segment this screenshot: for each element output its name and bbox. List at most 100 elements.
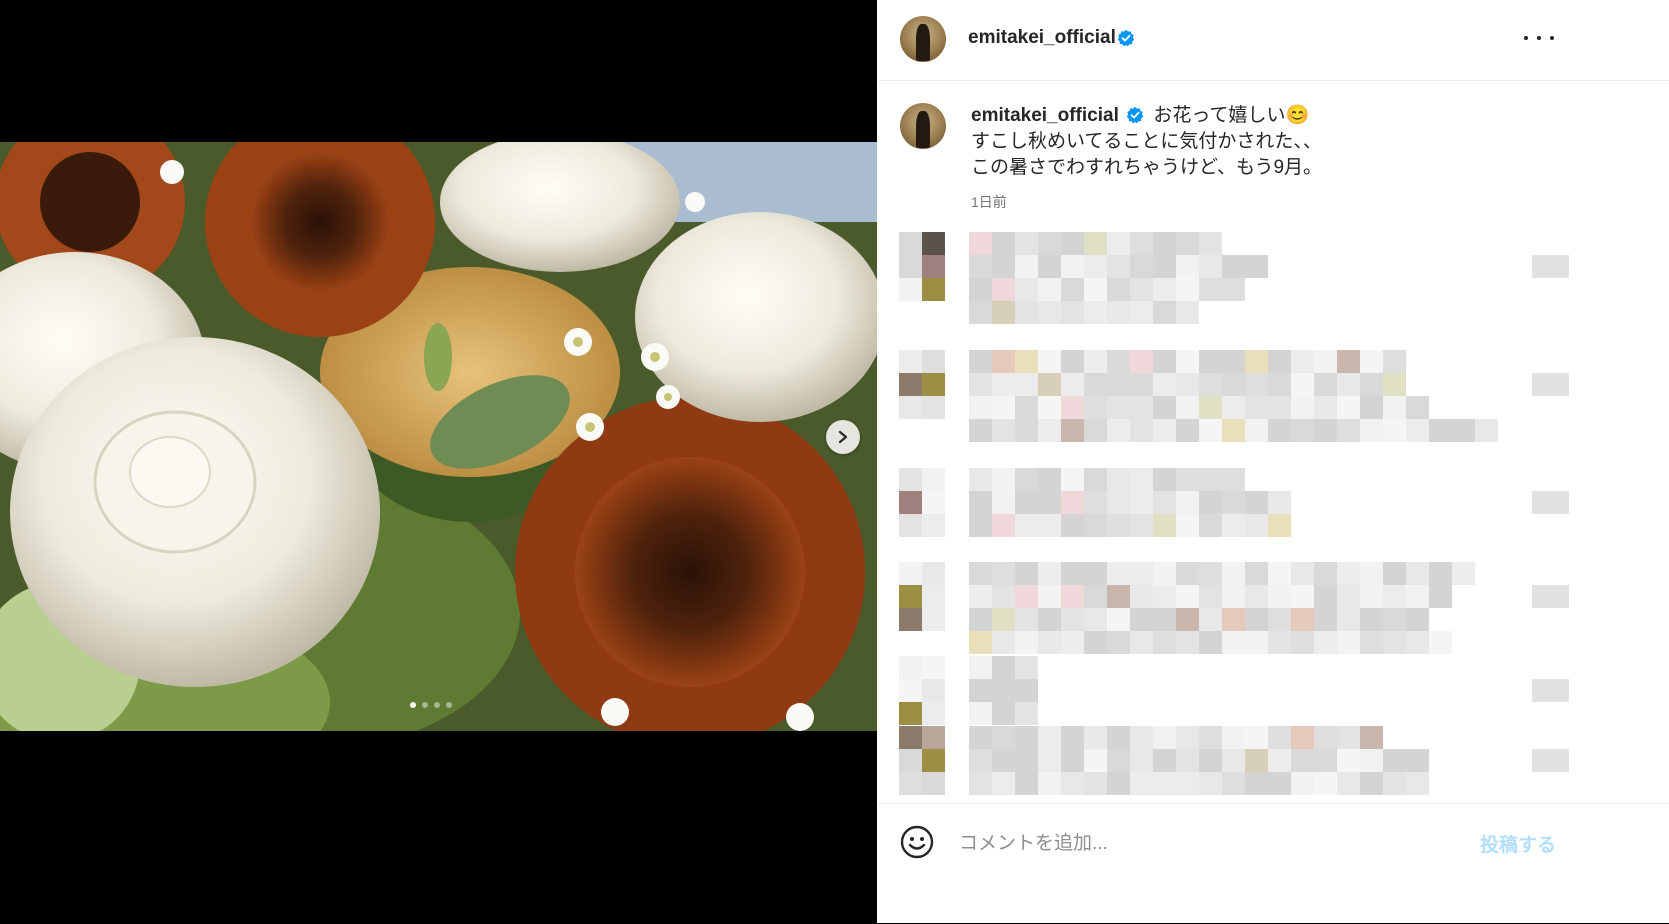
pixel-block — [1061, 514, 1084, 537]
pixel-block — [1199, 419, 1222, 442]
pixel-block — [1038, 608, 1061, 631]
flower-bouquet-image — [0, 142, 877, 731]
pixel-block — [1107, 726, 1130, 749]
avatar[interactable] — [900, 16, 946, 62]
pixel-block — [1038, 631, 1061, 654]
pixel-block — [1406, 772, 1429, 795]
pixel-block — [1176, 419, 1199, 442]
pixel-block — [899, 396, 922, 419]
pixel-block — [899, 255, 922, 278]
pixel-block — [1176, 373, 1199, 396]
pixel-block — [1314, 631, 1337, 654]
pixel-block — [922, 373, 945, 396]
pixel-block — [1130, 562, 1153, 585]
pixel-block — [1107, 749, 1130, 772]
pixel-block — [1383, 631, 1406, 654]
pixel-block — [1153, 350, 1176, 373]
pixel-block — [992, 255, 1015, 278]
pixel-block — [1061, 772, 1084, 795]
pixel-block — [1268, 585, 1291, 608]
caption-username[interactable]: emitakei_official — [971, 105, 1119, 126]
pixel-block — [1222, 562, 1245, 585]
caption-line-3: この暑さでわすれちゃうけど、もう9月。 — [971, 157, 1323, 178]
pixel-block — [922, 255, 945, 278]
pixel-block — [992, 278, 1015, 301]
post-header: emitakei_official — [877, 0, 1669, 81]
pixel-block — [1199, 772, 1222, 795]
pixel-block — [992, 419, 1015, 442]
comment-input[interactable] — [957, 828, 1461, 860]
pixel-block — [1176, 514, 1199, 537]
pixel-block — [1038, 396, 1061, 419]
pixel-block — [1153, 514, 1176, 537]
pixel-block — [1475, 419, 1498, 442]
pixel-block — [1360, 396, 1383, 419]
pixel-block — [1314, 350, 1337, 373]
more-options-button[interactable] — [1524, 26, 1554, 50]
pixel-block — [1383, 608, 1406, 631]
pixel-block — [1383, 562, 1406, 585]
pixel-block — [1015, 585, 1038, 608]
pixel-block — [1222, 772, 1245, 795]
pixel-block — [1199, 373, 1222, 396]
pixel-block — [1015, 749, 1038, 772]
pixel-block — [1360, 749, 1383, 772]
next-image-button[interactable] — [826, 420, 860, 454]
pixel-block — [1337, 585, 1360, 608]
pixel-block — [1176, 396, 1199, 419]
pixel-block — [992, 772, 1015, 795]
pixel-block — [1107, 419, 1130, 442]
post-photo-flowers — [0, 142, 877, 731]
pixel-block — [922, 585, 945, 608]
pixel-block — [1337, 772, 1360, 795]
pixel-block — [992, 608, 1015, 631]
pixel-block — [1107, 514, 1130, 537]
pixel-block — [992, 468, 1015, 491]
pixel-block — [1084, 373, 1107, 396]
post-timestamp[interactable]: 1日前 — [971, 192, 1007, 212]
pixel-block — [969, 232, 992, 255]
pixel-block — [1337, 749, 1360, 772]
pixel-block — [1314, 749, 1337, 772]
pixel-block — [1084, 278, 1107, 301]
pixel-block — [1107, 350, 1130, 373]
pixel-block — [1268, 373, 1291, 396]
pixel-block — [899, 772, 922, 795]
pixel-block — [1015, 396, 1038, 419]
header-username[interactable]: emitakei_official — [968, 27, 1116, 49]
pixel-block — [1291, 772, 1314, 795]
pixel-block — [1130, 350, 1153, 373]
pixel-block — [1291, 373, 1314, 396]
pixel-block — [1038, 749, 1061, 772]
pixel-block — [1245, 419, 1268, 442]
pixel-block — [1199, 468, 1222, 491]
caption-avatar[interactable] — [900, 103, 946, 149]
pixel-block — [1199, 396, 1222, 419]
pixel-block — [1268, 608, 1291, 631]
pixel-block — [1406, 608, 1429, 631]
pixel-block — [992, 301, 1015, 324]
carousel-dot-active — [410, 702, 416, 708]
pixel-block — [1429, 631, 1452, 654]
pixel-block — [1176, 772, 1199, 795]
pixel-block — [1153, 749, 1176, 772]
pixel-block — [1452, 419, 1475, 442]
pixel-block — [1291, 631, 1314, 654]
emoji-smile-icon[interactable] — [899, 824, 935, 860]
pixel-block — [1153, 419, 1176, 442]
pixel-block — [1452, 562, 1475, 585]
pixel-block — [1222, 631, 1245, 654]
pixel-block — [1268, 631, 1291, 654]
pixel-block — [1245, 514, 1268, 537]
pixel-block — [992, 562, 1015, 585]
pixel-block — [1130, 491, 1153, 514]
pixel-block — [1360, 726, 1383, 749]
pixel-block — [1015, 772, 1038, 795]
pixel-block — [1107, 232, 1130, 255]
pixel-block — [899, 491, 922, 514]
post-side-panel: emitakei_official emitakei_official お花って… — [877, 0, 1669, 923]
pixel-block — [922, 702, 945, 725]
pixel-block — [1532, 749, 1569, 772]
post-comment-button[interactable]: 投稿する — [1480, 830, 1556, 857]
pixel-block — [1199, 608, 1222, 631]
